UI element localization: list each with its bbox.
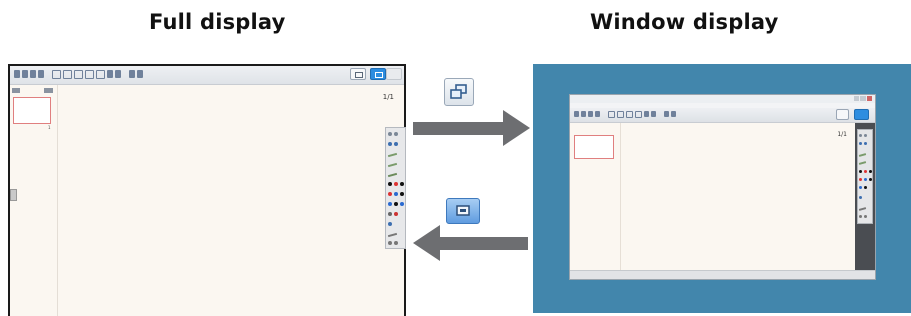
page-icon[interactable] xyxy=(617,111,624,118)
toolbar xyxy=(10,66,404,85)
page-icon[interactable] xyxy=(85,70,94,79)
status-bar xyxy=(570,270,875,279)
full-display-heading: Full display xyxy=(149,10,286,34)
arrow-up-icon[interactable] xyxy=(107,70,113,78)
home-icon[interactable] xyxy=(22,70,28,78)
arrow-left-icon xyxy=(413,225,528,261)
window-mode-button[interactable] xyxy=(350,68,366,80)
page-icon[interactable] xyxy=(96,70,105,79)
page-thumbnail[interactable] xyxy=(574,135,614,159)
home-icon[interactable] xyxy=(574,111,579,117)
whiteboard-canvas[interactable]: 1/1 xyxy=(570,123,855,279)
window-title-bar xyxy=(570,95,875,103)
maximize-button[interactable] xyxy=(860,96,866,101)
document-icon[interactable] xyxy=(30,70,36,78)
thumbnail-panel: 1 xyxy=(10,85,58,316)
application-window: 1/1 xyxy=(569,94,876,280)
save-icon[interactable] xyxy=(38,70,44,78)
settings-icon[interactable] xyxy=(664,111,669,117)
arrow-up-icon[interactable] xyxy=(644,111,649,117)
tool-palette xyxy=(385,127,406,249)
page-icon[interactable] xyxy=(608,111,615,118)
thumbnail-panel xyxy=(570,123,621,279)
arrow-right-icon xyxy=(413,110,530,146)
page-counter: 1/1 xyxy=(382,93,394,101)
full-screen-button[interactable] xyxy=(446,198,480,224)
page-counter: 1/1 xyxy=(837,131,847,138)
save-icon[interactable] xyxy=(595,111,600,117)
document-icon[interactable] xyxy=(588,111,593,117)
page-thumbnail[interactable] xyxy=(13,97,51,124)
close-button[interactable] xyxy=(386,68,402,80)
page-icon[interactable] xyxy=(63,70,72,79)
arrow-down-icon[interactable] xyxy=(651,111,656,117)
full-screen-mode-button[interactable] xyxy=(370,68,386,80)
close-button[interactable] xyxy=(866,96,872,101)
arrow-down-icon[interactable] xyxy=(115,70,121,78)
full-screen-mode-button[interactable] xyxy=(854,109,869,120)
page-icon[interactable] xyxy=(52,70,61,79)
people-icon[interactable] xyxy=(137,70,143,78)
toolbar xyxy=(570,108,875,123)
home-icon[interactable] xyxy=(14,70,20,78)
settings-icon[interactable] xyxy=(129,70,135,78)
window-display-heading: Window display xyxy=(590,10,779,34)
home-icon[interactable] xyxy=(581,111,586,117)
tool-palette xyxy=(857,129,873,224)
side-panel-toggle[interactable] xyxy=(10,189,17,201)
window-mode-button[interactable] xyxy=(836,109,849,120)
minimize-button[interactable] xyxy=(854,96,860,101)
people-icon[interactable] xyxy=(671,111,676,117)
desktop-background: 1/1 xyxy=(533,64,911,313)
restore-window-button[interactable] xyxy=(444,78,474,106)
page-icon[interactable] xyxy=(626,111,633,118)
page-icon[interactable] xyxy=(74,70,83,79)
full-screen-icon xyxy=(456,205,470,216)
full-display-screen: 1 1/1 xyxy=(8,64,406,316)
restore-window-icon xyxy=(450,84,467,99)
page-icon[interactable] xyxy=(635,111,642,118)
